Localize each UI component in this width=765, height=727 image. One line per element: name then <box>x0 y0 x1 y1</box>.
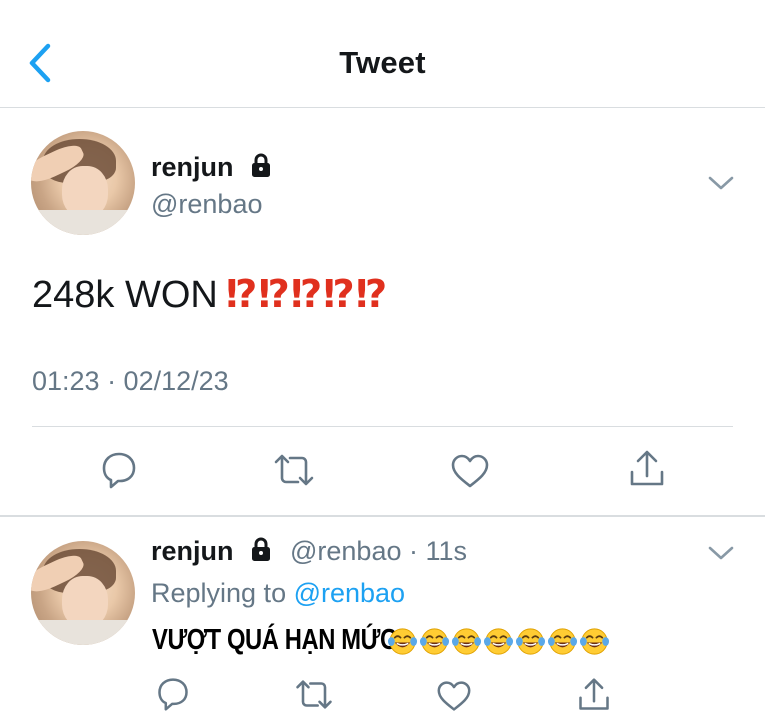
reply-meta: @renbao · 11s <box>290 536 468 566</box>
lock-icon <box>252 537 271 561</box>
retweet-icon[interactable] <box>292 678 336 711</box>
retweet-icon[interactable] <box>270 452 318 488</box>
author-name-label: renjun <box>151 152 234 182</box>
face-with-tears-of-joy-icon <box>483 628 514 655</box>
replying-mention[interactable]: @renbao <box>294 578 405 608</box>
reply-icon[interactable] <box>155 676 191 712</box>
face-with-tears-of-joy-icon <box>579 628 610 655</box>
tweet-emphasis: ⁉⁉⁉⁉⁉ <box>225 274 389 316</box>
reply-avatar[interactable] <box>31 541 135 645</box>
lock-icon <box>252 153 271 177</box>
like-icon[interactable] <box>435 679 473 713</box>
face-with-tears-of-joy-icon <box>547 628 578 655</box>
avatar[interactable] <box>31 131 135 235</box>
tweet-timestamp[interactable]: 01:23 · 02/12/23 <box>32 366 229 397</box>
overlay-caption: VƯỢT QUÁ HẠN MỨC <box>152 624 397 656</box>
like-icon[interactable] <box>449 452 491 490</box>
reply-author-name[interactable]: renjun <box>151 536 274 567</box>
face-with-tears-of-joy-icon <box>387 628 418 655</box>
page-title: Tweet <box>339 45 426 80</box>
chevron-down-icon[interactable] <box>707 174 735 192</box>
face-with-tears-of-joy-icon <box>419 628 450 655</box>
share-icon[interactable] <box>627 448 667 490</box>
divider <box>32 426 733 427</box>
tweet-text: 248k WON ⁉⁉⁉⁉⁉ <box>32 272 388 317</box>
author-name[interactable]: renjun <box>151 152 274 183</box>
laughing-emoji-row <box>387 626 610 657</box>
author-handle[interactable]: @renbao <box>151 189 262 220</box>
face-with-tears-of-joy-icon <box>515 628 546 655</box>
divider <box>0 515 765 517</box>
face-with-tears-of-joy-icon <box>451 628 482 655</box>
replying-to: Replying to @renbao <box>151 578 405 609</box>
chevron-down-icon[interactable] <box>707 544 735 562</box>
tweet-text-body: 248k WON <box>32 274 218 316</box>
reply-author-name-label: renjun <box>151 536 234 566</box>
top-bar: Tweet <box>0 0 765 108</box>
reply-icon[interactable] <box>100 450 138 490</box>
share-icon[interactable] <box>576 676 612 714</box>
replying-prefix: Replying to <box>151 578 294 608</box>
